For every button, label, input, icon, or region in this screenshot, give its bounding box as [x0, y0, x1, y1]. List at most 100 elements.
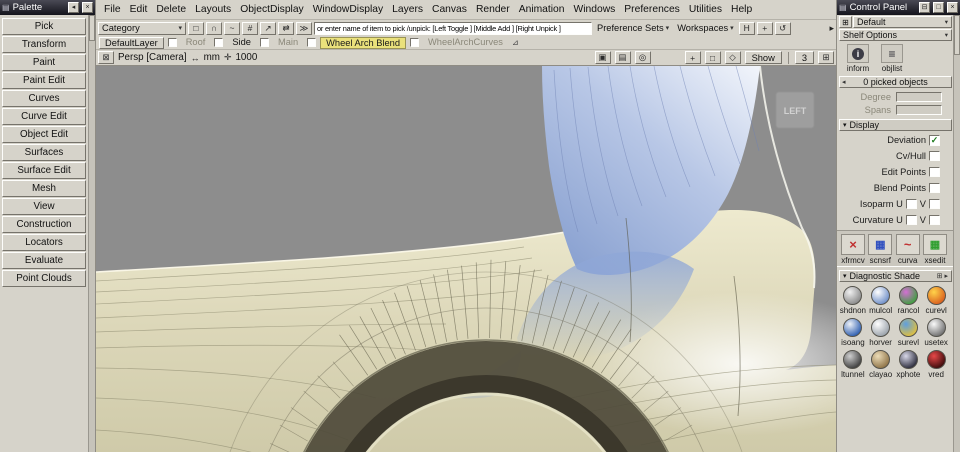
- menu-file[interactable]: File: [104, 4, 121, 15]
- viewport-panel-icon[interactable]: ⊠: [98, 51, 114, 64]
- shade-mode-shdnon[interactable]: shdnon: [839, 286, 867, 315]
- palette-item-construction[interactable]: Construction: [2, 216, 86, 233]
- control-panel-titlebar[interactable]: ▤ Control Panel ⊟ □ ×: [837, 0, 960, 15]
- control-panel-scrollbar[interactable]: [953, 15, 960, 452]
- objlist-tool[interactable]: ≡ objlist: [879, 44, 905, 73]
- preference-sets-dropdown[interactable]: Preference Sets ▾: [594, 22, 672, 35]
- layer-checkbox-wheelarchcurves[interactable]: [410, 38, 419, 47]
- menu-delete[interactable]: Delete: [156, 4, 186, 15]
- shelf-selector-dropdown[interactable]: Default ▾: [853, 16, 952, 28]
- shade-mode-surevl[interactable]: surevl: [895, 318, 923, 347]
- grid-snap-icon[interactable]: #: [242, 22, 258, 35]
- palette-item-paint-edit[interactable]: Paint Edit: [2, 72, 86, 89]
- pointer-icon[interactable]: ↗: [260, 22, 276, 35]
- deviation-checkbox[interactable]: [929, 135, 940, 146]
- palette-item-view[interactable]: View: [2, 198, 86, 215]
- palette-item-transform[interactable]: Transform: [2, 36, 86, 53]
- palette-item-object-edit[interactable]: Object Edit: [2, 126, 86, 143]
- pencil-icon[interactable]: ⊿: [512, 38, 519, 47]
- xfrmcv-tool[interactable]: × xfrmcv: [840, 234, 866, 265]
- shade-mode-ltunnel[interactable]: ltunnel: [839, 350, 867, 379]
- menu-render[interactable]: Render: [476, 4, 510, 15]
- toolbar-overflow-arrow[interactable]: ▸: [829, 23, 834, 34]
- shade-mode-clayao[interactable]: clayao: [867, 350, 895, 379]
- display-section-header[interactable]: ▾ Display: [839, 119, 952, 131]
- menu-layers[interactable]: Layers: [392, 4, 423, 15]
- palette-item-mesh[interactable]: Mesh: [2, 180, 86, 197]
- layer-main[interactable]: Main: [273, 37, 303, 49]
- curve-snap-icon[interactable]: ~: [224, 22, 240, 35]
- selection-box-icon[interactable]: □: [188, 22, 204, 35]
- curva-tool[interactable]: ~ curva: [895, 234, 921, 265]
- shade-mode-isoang[interactable]: isoang: [839, 318, 867, 347]
- pick-prompt-input[interactable]: [314, 22, 592, 35]
- palette-item-evaluate[interactable]: Evaluate: [2, 252, 86, 269]
- collapse-icon[interactable]: ◂: [68, 2, 79, 13]
- menu-edit[interactable]: Edit: [130, 4, 148, 15]
- edit-points-toggle[interactable]: [929, 167, 940, 177]
- close-icon[interactable]: ×: [947, 2, 958, 13]
- paint-bucket-icon[interactable]: +: [757, 22, 773, 35]
- curvature-v-toggle[interactable]: [929, 215, 940, 225]
- layer-defaultlayer[interactable]: DefaultLayer: [99, 37, 164, 49]
- shade-mode-rancol[interactable]: rancol: [895, 286, 923, 315]
- menu-preferences[interactable]: Preferences: [624, 4, 680, 15]
- axes-icon[interactable]: +: [685, 51, 701, 64]
- menu-animation[interactable]: Animation: [519, 4, 565, 15]
- shelf-grid-icon[interactable]: ⊞: [839, 16, 852, 28]
- layer-checkbox-main[interactable]: [260, 38, 269, 47]
- zoom-icon[interactable]: ◎: [635, 51, 651, 64]
- layer-wheel-arch-blend[interactable]: Wheel Arch Blend: [320, 37, 406, 49]
- layer-roof[interactable]: Roof: [181, 37, 211, 49]
- hotkeys-icon[interactable]: H: [739, 22, 755, 35]
- maximize-icon[interactable]: □: [933, 2, 944, 13]
- palette-item-paint[interactable]: Paint: [2, 54, 86, 71]
- swap-icon[interactable]: ⇄: [278, 22, 294, 35]
- chain-icon[interactable]: ≫: [296, 22, 312, 35]
- show-button[interactable]: Show: [745, 51, 782, 64]
- camera-icon[interactable]: ▣: [595, 51, 611, 64]
- menu-utilities[interactable]: Utilities: [689, 4, 722, 15]
- shade-mode-horver[interactable]: horver: [867, 318, 895, 347]
- palette-scrollbar[interactable]: [88, 15, 95, 452]
- menu-windowdisplay[interactable]: WindowDisplay: [313, 4, 383, 15]
- cv-hull-toggle[interactable]: [929, 151, 940, 161]
- expand-icon[interactable]: ▸: [944, 272, 948, 280]
- scrollbar-thumb[interactable]: [89, 15, 95, 41]
- shade-mode-vred[interactable]: vred: [922, 350, 950, 379]
- dock-icon[interactable]: ⊞: [937, 272, 943, 280]
- palette-item-pick[interactable]: Pick: [2, 18, 86, 35]
- film-icon[interactable]: ▤: [615, 51, 631, 64]
- pane-count-button[interactable]: 3: [795, 51, 814, 64]
- history-icon[interactable]: ↺: [775, 22, 791, 35]
- palette-item-point-clouds[interactable]: Point Clouds: [2, 270, 86, 287]
- isoparm-v-toggle[interactable]: [929, 199, 940, 209]
- layer-checkbox-roof[interactable]: [168, 38, 177, 47]
- shade-mode-usetex[interactable]: usetex: [922, 318, 950, 347]
- magnet-snap-icon[interactable]: ∩: [206, 22, 222, 35]
- workspaces-dropdown[interactable]: Workspaces ▾: [674, 22, 737, 35]
- target-icon[interactable]: ◇: [725, 51, 741, 64]
- layer-checkbox-side[interactable]: [214, 38, 223, 47]
- scnsrf-tool[interactable]: ▦ scnsrf: [867, 234, 893, 265]
- xsedit-tool[interactable]: ▦ xsedit: [922, 234, 948, 265]
- palette-titlebar[interactable]: ▤ Palette ◂ ×: [0, 0, 95, 15]
- scrollbar-thumb[interactable]: [954, 15, 960, 55]
- shelf-options-dropdown[interactable]: Shelf Options ▾: [839, 29, 952, 41]
- spans-field[interactable]: [896, 105, 942, 115]
- category-dropdown[interactable]: Category ▾: [98, 22, 186, 35]
- palette-item-locators[interactable]: Locators: [2, 234, 86, 251]
- minimize-icon[interactable]: ⊟: [919, 2, 930, 13]
- blend-points-toggle[interactable]: [929, 183, 940, 193]
- shade-mode-xphote[interactable]: xphote: [895, 350, 923, 379]
- layer-side[interactable]: Side: [227, 37, 256, 49]
- 3d-viewport[interactable]: LEFT: [96, 66, 836, 452]
- layer-wheelarchcurves[interactable]: WheelArchCurves: [423, 37, 508, 49]
- menu-windows[interactable]: Windows: [574, 4, 616, 15]
- palette-item-surfaces[interactable]: Surfaces: [2, 144, 86, 161]
- palette-item-curve-edit[interactable]: Curve Edit: [2, 108, 86, 125]
- picked-objects-bar[interactable]: ◂ 0 picked objects: [839, 76, 952, 88]
- palette-item-curves[interactable]: Curves: [2, 90, 86, 107]
- inform-tool[interactable]: i inform: [845, 44, 871, 73]
- layer-checkbox-wheel-arch-blend[interactable]: [307, 38, 316, 47]
